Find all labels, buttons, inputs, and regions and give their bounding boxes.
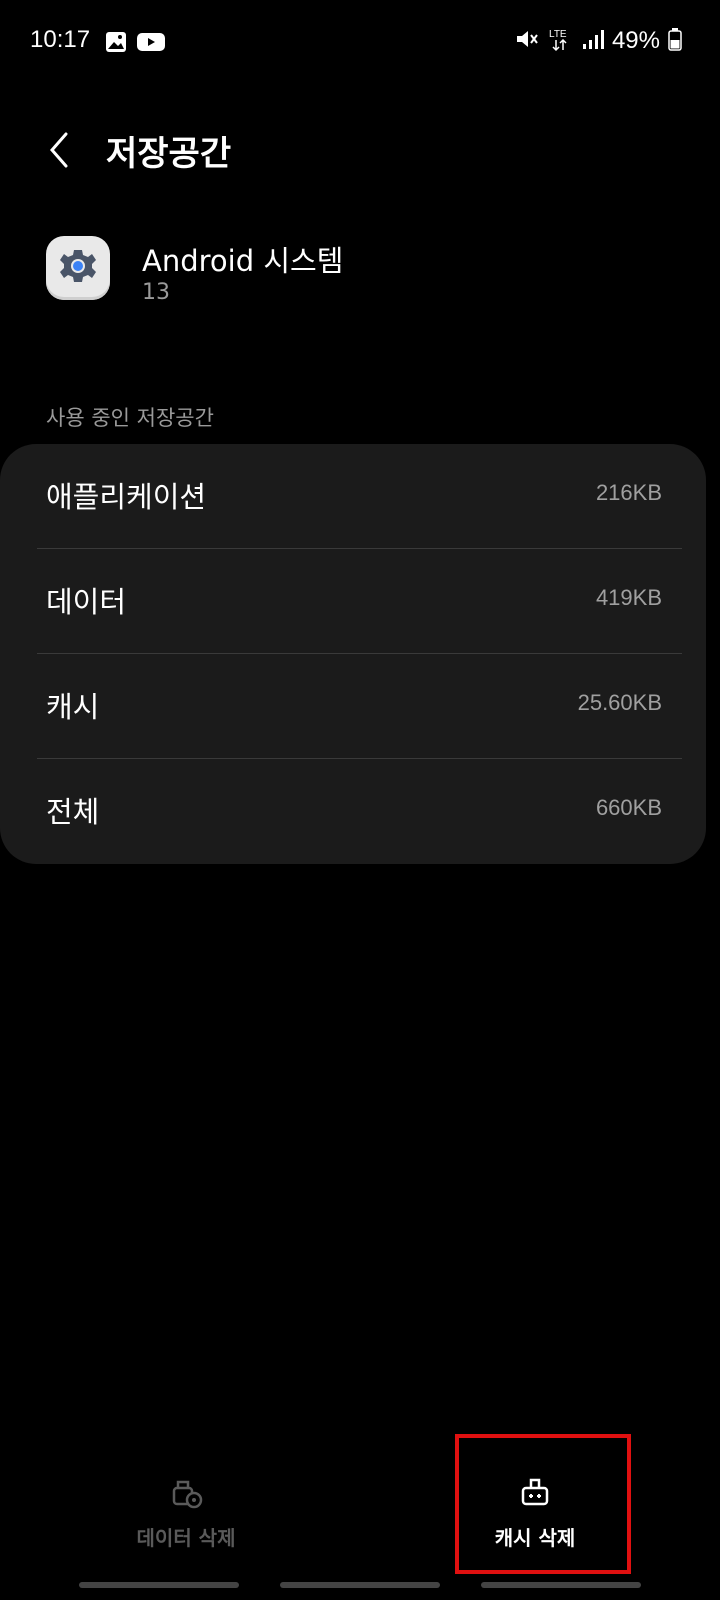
svg-text:LTE: LTE — [549, 29, 567, 40]
status-time: 10:17 — [30, 26, 91, 53]
row-value: 419KB — [595, 585, 662, 610]
gallery-icon — [104, 30, 128, 58]
storage-row-applications: 애플리케이션 216KB — [0, 444, 706, 549]
row-label: 데이터 — [46, 585, 127, 619]
storage-row-data: 데이터 419KB — [0, 549, 706, 654]
nav-recent-apps[interactable] — [79, 1582, 239, 1588]
battery-percent: 49% — [611, 27, 660, 54]
status-indicators: LTE 49% — [514, 26, 682, 56]
youtube-icon — [136, 30, 166, 58]
app-version: 13 — [142, 280, 170, 305]
back-arrow-icon — [50, 132, 68, 168]
app-info: Android 시스템 13 — [46, 236, 686, 316]
back-button[interactable] — [40, 128, 84, 172]
clear-data-button[interactable]: 데이터 삭제 — [96, 1430, 276, 1550]
signal-icon — [582, 28, 604, 54]
clear-data-label: 데이터 삭제 — [136, 1526, 236, 1550]
section-label: 사용 중인 저장공간 — [46, 406, 214, 430]
battery-icon — [668, 27, 682, 55]
row-value: 660KB — [595, 795, 662, 820]
row-value: 25.60KB — [577, 690, 662, 715]
highlight-box — [455, 1434, 631, 1574]
row-label: 캐시 — [46, 690, 100, 724]
app-name: Android 시스템 — [142, 244, 344, 278]
nav-home[interactable] — [280, 1582, 440, 1588]
row-value: 216KB — [595, 480, 662, 505]
row-label: 애플리케이션 — [46, 480, 207, 514]
storage-row-total: 전체 660KB — [0, 759, 706, 864]
notification-icons — [104, 30, 166, 58]
clear-data-icon — [172, 1480, 203, 1509]
mute-icon — [514, 27, 540, 55]
android-system-app-icon — [46, 236, 110, 300]
storage-card: 애플리케이션 216KB 데이터 419KB 캐시 25.60KB 전체 660… — [0, 444, 706, 864]
page-title: 저장공간 — [106, 134, 232, 174]
row-label: 전체 — [46, 795, 100, 829]
navigation-bar — [0, 1580, 720, 1588]
status-bar: 10:17 LTE 49% — [0, 0, 720, 84]
header: 저장공간 — [0, 110, 720, 190]
nav-back[interactable] — [481, 1582, 641, 1588]
storage-row-cache: 캐시 25.60KB — [0, 654, 706, 759]
lte-icon: LTE — [548, 26, 574, 56]
